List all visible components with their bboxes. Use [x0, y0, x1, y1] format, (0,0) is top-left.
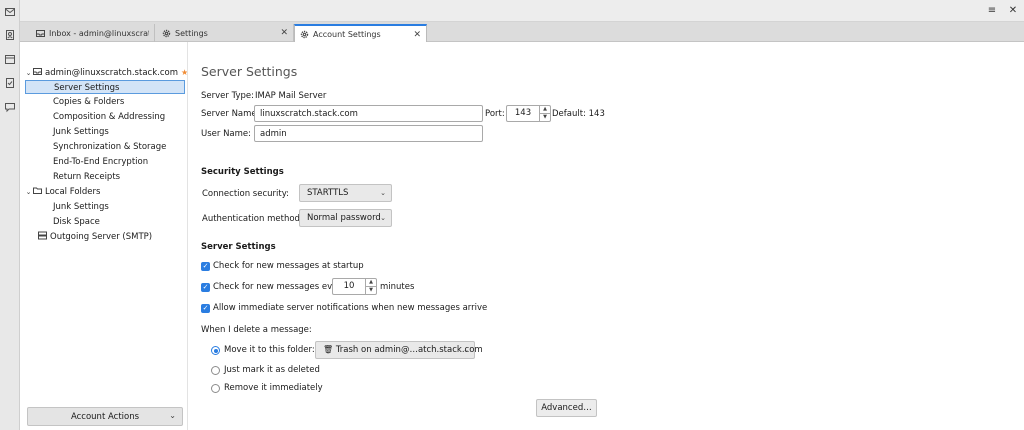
tab-settings[interactable]: Settings ✕ — [157, 24, 294, 42]
allow-notifications-checkbox[interactable]: ✓ — [201, 304, 210, 313]
decrement-icon[interactable]: ▼ — [366, 287, 376, 294]
gear-icon — [300, 30, 309, 39]
server-type-label: Server Type: — [201, 91, 254, 101]
tab-label: Account Settings — [313, 30, 381, 39]
sidebar-item-composition[interactable]: Composition & Addressing — [53, 110, 165, 124]
close-tab-icon[interactable]: ✕ — [413, 30, 421, 40]
chat-icon[interactable] — [4, 101, 16, 113]
decrement-icon[interactable]: ▼ — [540, 114, 550, 121]
check-interval-value: 10 — [343, 281, 355, 291]
address-book-icon[interactable] — [4, 29, 16, 41]
remove-immediately-label: Remove it immediately — [224, 383, 323, 393]
check-every-checkbox[interactable]: ✓ — [201, 283, 210, 292]
auth-method-value: Normal password — [307, 213, 381, 223]
remove-immediately-radio[interactable] — [211, 384, 220, 393]
chevron-down-icon[interactable]: ⌄ — [24, 66, 33, 80]
tree-outgoing-server[interactable]: Outgoing Server (SMTP) — [38, 230, 152, 244]
check-every-label: Check for new messages every — [213, 282, 346, 292]
trash-icon: 🗑 — [323, 345, 334, 354]
sidebar-item-junk-settings[interactable]: Junk Settings — [53, 125, 109, 139]
tab-label: Inbox - admin@linuxscratch.stac — [49, 28, 149, 38]
increment-icon[interactable]: ▲ — [540, 106, 550, 114]
server-settings-heading: Server Settings — [201, 242, 276, 252]
trash-folder-select[interactable]: 🗑 Trash on admin@…atch.stack.com ⌄ — [315, 341, 483, 359]
chevron-down-icon: ⌄ — [380, 214, 386, 222]
sidebar-item-server-settings[interactable]: Server Settings — [25, 80, 185, 94]
sidebar-item-e2e-encryption[interactable]: End-To-End Encryption — [53, 155, 148, 169]
move-to-folder-radio[interactable] — [211, 346, 220, 355]
connection-security-value: STARTTLS — [307, 188, 349, 198]
port-default-label: Default: 143 — [552, 109, 605, 119]
tab-label: Settings — [175, 28, 208, 38]
check-startup-label: Check for new messages at startup — [213, 261, 364, 271]
server-type-value: IMAP Mail Server — [255, 91, 327, 101]
tab-account-settings[interactable]: Account Settings ✕ — [294, 24, 427, 43]
gear-icon — [162, 29, 171, 37]
app-menu-icon[interactable]: ≡ — [985, 4, 999, 18]
mark-deleted-radio[interactable] — [211, 366, 220, 375]
server-name-input[interactable] — [254, 105, 483, 122]
move-to-folder-label: Move it to this folder: — [224, 345, 315, 355]
security-settings-heading: Security Settings — [201, 167, 284, 177]
sidebar-item-return-receipts[interactable]: Return Receipts — [53, 170, 120, 184]
delete-label: When I delete a message: — [201, 325, 312, 335]
close-window-icon[interactable]: ✕ — [1006, 4, 1020, 18]
server-icon — [38, 231, 47, 240]
account-actions-button[interactable]: Account Actions ⌄ — [27, 407, 183, 426]
connection-security-label: Connection security: — [202, 189, 289, 199]
allow-notifications-label: Allow immediate server notifications whe… — [213, 303, 488, 313]
account-tree: ⌄ admin@linuxscratch.stack.com ★ Server Se… — [24, 63, 188, 430]
local-folders-label: Local Folders — [45, 187, 101, 197]
tree-local-folders[interactable]: ⌄ Local Folders — [24, 185, 101, 199]
calendar-icon[interactable] — [4, 53, 16, 65]
server-name-label: Server Name: — [201, 109, 260, 119]
auth-method-label: Authentication method: — [202, 214, 303, 224]
sidebar-item-local-junk[interactable]: Junk Settings — [53, 200, 109, 214]
increment-icon[interactable]: ▲ — [366, 279, 376, 287]
chevron-down-icon: ⌄ — [169, 411, 176, 420]
chevron-down-icon: ⌄ — [463, 346, 469, 354]
window-titlebar: ≡ ✕ — [20, 0, 1024, 22]
chevron-down-icon[interactable]: ⌄ — [24, 185, 33, 199]
page-title: Server Settings — [201, 64, 298, 79]
port-value: 143 — [514, 108, 532, 118]
folder-icon — [33, 187, 42, 194]
port-label: Port: — [485, 109, 505, 119]
inbox-icon — [36, 29, 45, 37]
chevron-down-icon: ⌄ — [380, 189, 386, 197]
sidebar-item-copies-folders[interactable]: Copies & Folders — [53, 95, 124, 109]
account-name: admin@linuxscratch.stack.com — [45, 68, 178, 78]
minutes-label: minutes — [380, 282, 415, 292]
tab-strip: Inbox - admin@linuxscratch.stac Settings… — [20, 22, 1024, 43]
mail-icon[interactable] — [4, 6, 16, 18]
connection-security-select[interactable]: STARTTLS ⌄ — [299, 184, 392, 202]
check-interval-stepper[interactable]: 10 ▲ ▼ — [332, 278, 377, 295]
account-actions-label: Account Actions — [70, 411, 140, 422]
user-name-input[interactable] — [254, 125, 483, 142]
server-settings-pane: Server Settings Server Type: IMAP Mail S… — [188, 42, 1024, 430]
mark-deleted-label: Just mark it as deleted — [224, 365, 320, 375]
auth-method-select[interactable]: Normal password ⌄ — [299, 209, 392, 227]
tasks-icon[interactable] — [4, 77, 16, 89]
sidebar-item-disk-space[interactable]: Disk Space — [53, 215, 100, 229]
close-tab-icon[interactable]: ✕ — [280, 28, 288, 38]
mail-account-icon — [33, 68, 42, 75]
tree-account[interactable]: ⌄ admin@linuxscratch.stack.com ★ — [24, 66, 188, 80]
check-startup-checkbox[interactable]: ✓ — [201, 262, 210, 271]
trash-folder-value: Trash on admin@…atch.stack.com — [335, 345, 483, 355]
spaces-toolbar — [0, 0, 20, 430]
user-name-label: User Name: — [201, 129, 252, 139]
tab-inbox[interactable]: Inbox - admin@linuxscratch.stac — [31, 24, 155, 42]
advanced-button[interactable]: Advanced… — [536, 399, 597, 417]
port-stepper[interactable]: 143 ▲ ▼ — [506, 105, 551, 122]
outgoing-label: Outgoing Server (SMTP) — [50, 232, 153, 242]
sidebar-item-sync-storage[interactable]: Synchronization & Storage — [53, 140, 166, 154]
